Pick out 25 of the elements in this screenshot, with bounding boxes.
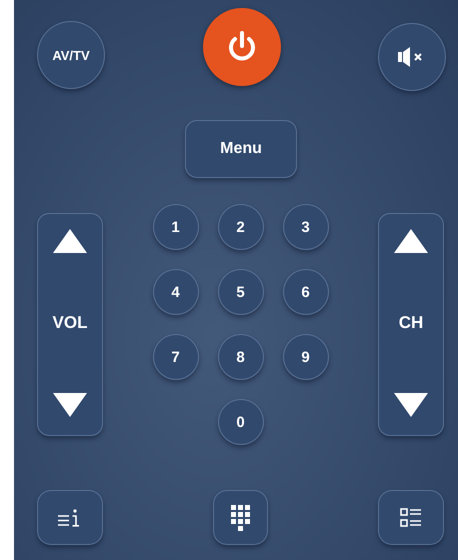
number-key[interactable]: 3 bbox=[282, 204, 328, 250]
number-key[interactable]: 8 bbox=[218, 334, 264, 380]
number-key[interactable]: 9 bbox=[282, 334, 328, 380]
number-key[interactable]: 5 bbox=[218, 269, 264, 315]
power-button[interactable] bbox=[202, 8, 280, 86]
number-key[interactable]: 2 bbox=[218, 204, 264, 250]
channel-label: CH bbox=[398, 313, 424, 333]
number-key[interactable]: 0 bbox=[218, 399, 264, 445]
channel-down-icon[interactable] bbox=[393, 392, 429, 418]
channel-up-icon[interactable] bbox=[393, 228, 429, 254]
mute-button[interactable] bbox=[378, 23, 446, 91]
volume-up-icon[interactable] bbox=[52, 228, 88, 254]
number-key[interactable]: 4 bbox=[152, 269, 198, 315]
volume-label: VOL bbox=[52, 313, 88, 333]
info-button[interactable] bbox=[37, 490, 103, 545]
keypad-icon bbox=[230, 504, 250, 530]
volume-down-icon[interactable] bbox=[52, 392, 88, 418]
number-key[interactable]: 1 bbox=[152, 204, 198, 250]
number-key[interactable]: 7 bbox=[152, 334, 198, 380]
list-button[interactable] bbox=[378, 490, 444, 545]
av-tv-button[interactable]: AV/TV bbox=[37, 21, 105, 89]
list-icon bbox=[400, 506, 422, 528]
number-key[interactable]: 6 bbox=[282, 269, 328, 315]
menu-button[interactable]: Menu bbox=[185, 120, 297, 178]
keypad-button[interactable] bbox=[213, 490, 268, 545]
